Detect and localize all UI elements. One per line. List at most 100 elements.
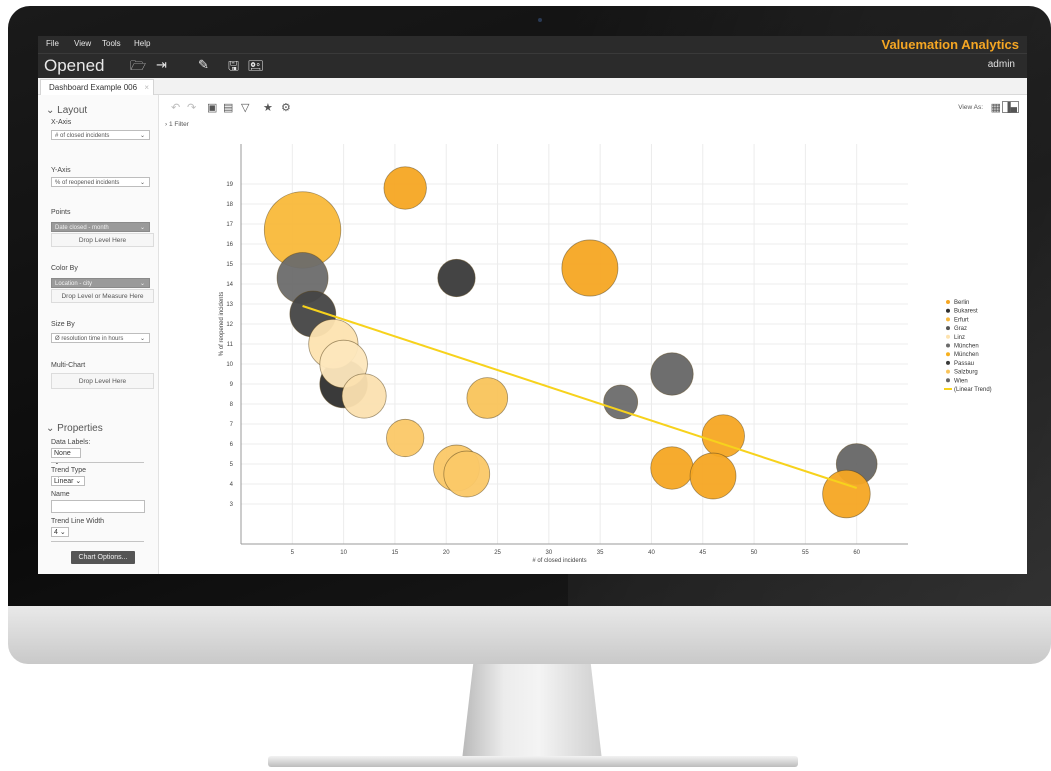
menu-bar: File View Tools Help Valuemation Analyti… [38, 36, 1027, 53]
data-bubble [437, 258, 476, 298]
monitor-stand-neck [462, 664, 602, 760]
trend-type-select[interactable]: Linear ⌄ [51, 476, 85, 486]
multichart-drop-text: Drop Level Here [78, 378, 127, 385]
legend-label: Graz [954, 326, 967, 332]
menu-file[interactable]: File [46, 39, 59, 48]
legend-marker [946, 369, 950, 374]
size-by-value: Ø resolution time in hours [55, 336, 124, 342]
x-tick-label: 30 [546, 550, 553, 556]
monitor-stand-base [268, 756, 798, 767]
pencil-icon[interactable]: ✎ [198, 57, 209, 73]
x-axis-select[interactable]: # of closed incidents ⌄ [51, 130, 150, 140]
x-tick-label: 50 [751, 550, 758, 556]
data-bubble [822, 469, 871, 519]
trend-width-value: 4 [54, 529, 58, 536]
x-tick-label: 20 [443, 550, 450, 556]
view-as-label: View As: [958, 104, 983, 111]
color-by-drop-text: Drop Level or Measure Here [61, 293, 144, 300]
y-tick-label: 14 [226, 282, 233, 288]
legend-marker [946, 334, 950, 339]
x-tick-label: 40 [648, 550, 655, 556]
y-tick-label: 10 [226, 362, 233, 368]
size-by-select[interactable]: Ø resolution time in hours ⌄ [51, 333, 150, 343]
legend-label: Erfurt [954, 317, 969, 323]
y-tick-label: 5 [230, 462, 234, 468]
grid-layout-icon[interactable]: ▤ [223, 101, 233, 114]
data-bubble [650, 352, 694, 396]
y-tick-label: 11 [227, 342, 234, 348]
export-icon[interactable]: ⇥ [156, 57, 167, 73]
tab-dashboard[interactable]: Dashboard Example 006 × [40, 79, 155, 95]
points-drop-zone[interactable]: Drop Level Here [51, 233, 154, 247]
y-tick-label: 17 [226, 222, 233, 228]
trend-width-label: Trend Line Width [51, 518, 105, 525]
menu-tools[interactable]: Tools [102, 39, 121, 48]
trend-type-value: Linear [54, 478, 74, 485]
legend-marker [946, 360, 950, 365]
y-tick-label: 6 [230, 442, 234, 448]
drill-icon[interactable]: ★ [263, 101, 273, 114]
legend-label: München [954, 352, 979, 358]
y-tick-label: 13 [226, 302, 233, 308]
y-axis-value: % of reopened incidents [55, 180, 120, 186]
data-labels-select[interactable]: None ⌄ [51, 448, 81, 466]
data-labels-value: None [54, 450, 71, 457]
legend-marker [946, 326, 950, 331]
user-menu[interactable]: admin [988, 59, 1015, 70]
menu-view[interactable]: View [74, 39, 91, 48]
filter-icon[interactable]: ▽ [241, 101, 249, 114]
data-bubble [386, 418, 425, 458]
monitor-chin [8, 606, 1051, 664]
divider [51, 462, 144, 463]
x-axis-title: # of closed incidents [532, 558, 586, 564]
undo-icon[interactable]: ↶ [171, 101, 180, 114]
panel-layout-icon[interactable]: ▣ [207, 101, 217, 114]
brand-logo: Valuemation Analytics [881, 37, 1019, 52]
points-drop-text: Drop Level Here [78, 237, 127, 244]
gear-icon[interactable]: ⚙ [281, 101, 291, 114]
legend-label: Salzburg [954, 370, 978, 376]
table-view-icon[interactable]: ▦ [991, 101, 1001, 114]
save-icon[interactable]: 🖫 [228, 57, 239, 79]
points-select[interactable]: Date closed - month ⌄ [51, 222, 150, 232]
legend-label: Bukarest [954, 309, 978, 315]
chart-view-icon[interactable]: ▐▄ [1002, 101, 1019, 113]
opened-dropdown[interactable]: Opened [44, 56, 105, 76]
legend-marker [946, 317, 950, 322]
properties-section-toggle[interactable]: ⌄ Properties [46, 423, 103, 434]
data-bubble [466, 377, 509, 419]
points-label: Points [51, 209, 71, 216]
chart-toolbar: ↶ ↷ ▣ ▤ ▽ ★ ⚙ View As: ▦ ▐▄ [159, 95, 1027, 119]
size-by-label: Size By [51, 321, 75, 328]
layout-section-toggle[interactable]: ⌄ Layout [46, 105, 87, 116]
points-value: Date closed - month [55, 225, 109, 231]
close-icon[interactable]: × [144, 80, 149, 95]
legend-marker [946, 343, 950, 348]
trend-name-input[interactable] [51, 500, 145, 513]
legend-label: (Linear Trend) [954, 387, 992, 393]
scatter-chart: 5 10 15 20 25 30 35 40 45 50 55 6034567891011121314… [219, 144, 992, 564]
x-axis-label: X-Axis [51, 119, 72, 126]
properties-title: Properties [57, 423, 103, 434]
y-tick-label: 18 [226, 202, 233, 208]
legend-marker [946, 308, 950, 313]
save-as-icon[interactable]: 🖭 [248, 57, 263, 79]
y-tick-label: 7 [230, 422, 234, 428]
y-tick-label: 3 [230, 502, 234, 508]
main-toolbar: Opened 🗁 ⇥ ✎ 🖫 🖭 admin [38, 53, 1027, 78]
trend-width-select[interactable]: 4 ⌄ [51, 527, 69, 537]
color-by-select[interactable]: Location - city ⌄ [51, 278, 150, 288]
filter-breadcrumb[interactable]: › 1 Filter [165, 121, 189, 128]
legend-marker [946, 378, 950, 383]
chart-options-button[interactable]: Chart Options... [71, 551, 135, 564]
folder-open-icon[interactable]: 🗁 [130, 57, 146, 79]
name-label: Name [51, 491, 70, 498]
multichart-drop-zone[interactable]: Drop Level Here [51, 373, 154, 389]
data-bubble [689, 452, 737, 500]
y-tick-label: 19 [226, 182, 233, 188]
menu-help[interactable]: Help [134, 39, 150, 48]
color-by-drop-zone[interactable]: Drop Level or Measure Here [51, 289, 154, 303]
y-axis-select[interactable]: % of reopened incidents ⌄ [51, 177, 150, 187]
legend-marker [946, 300, 950, 304]
redo-icon[interactable]: ↷ [187, 101, 196, 114]
